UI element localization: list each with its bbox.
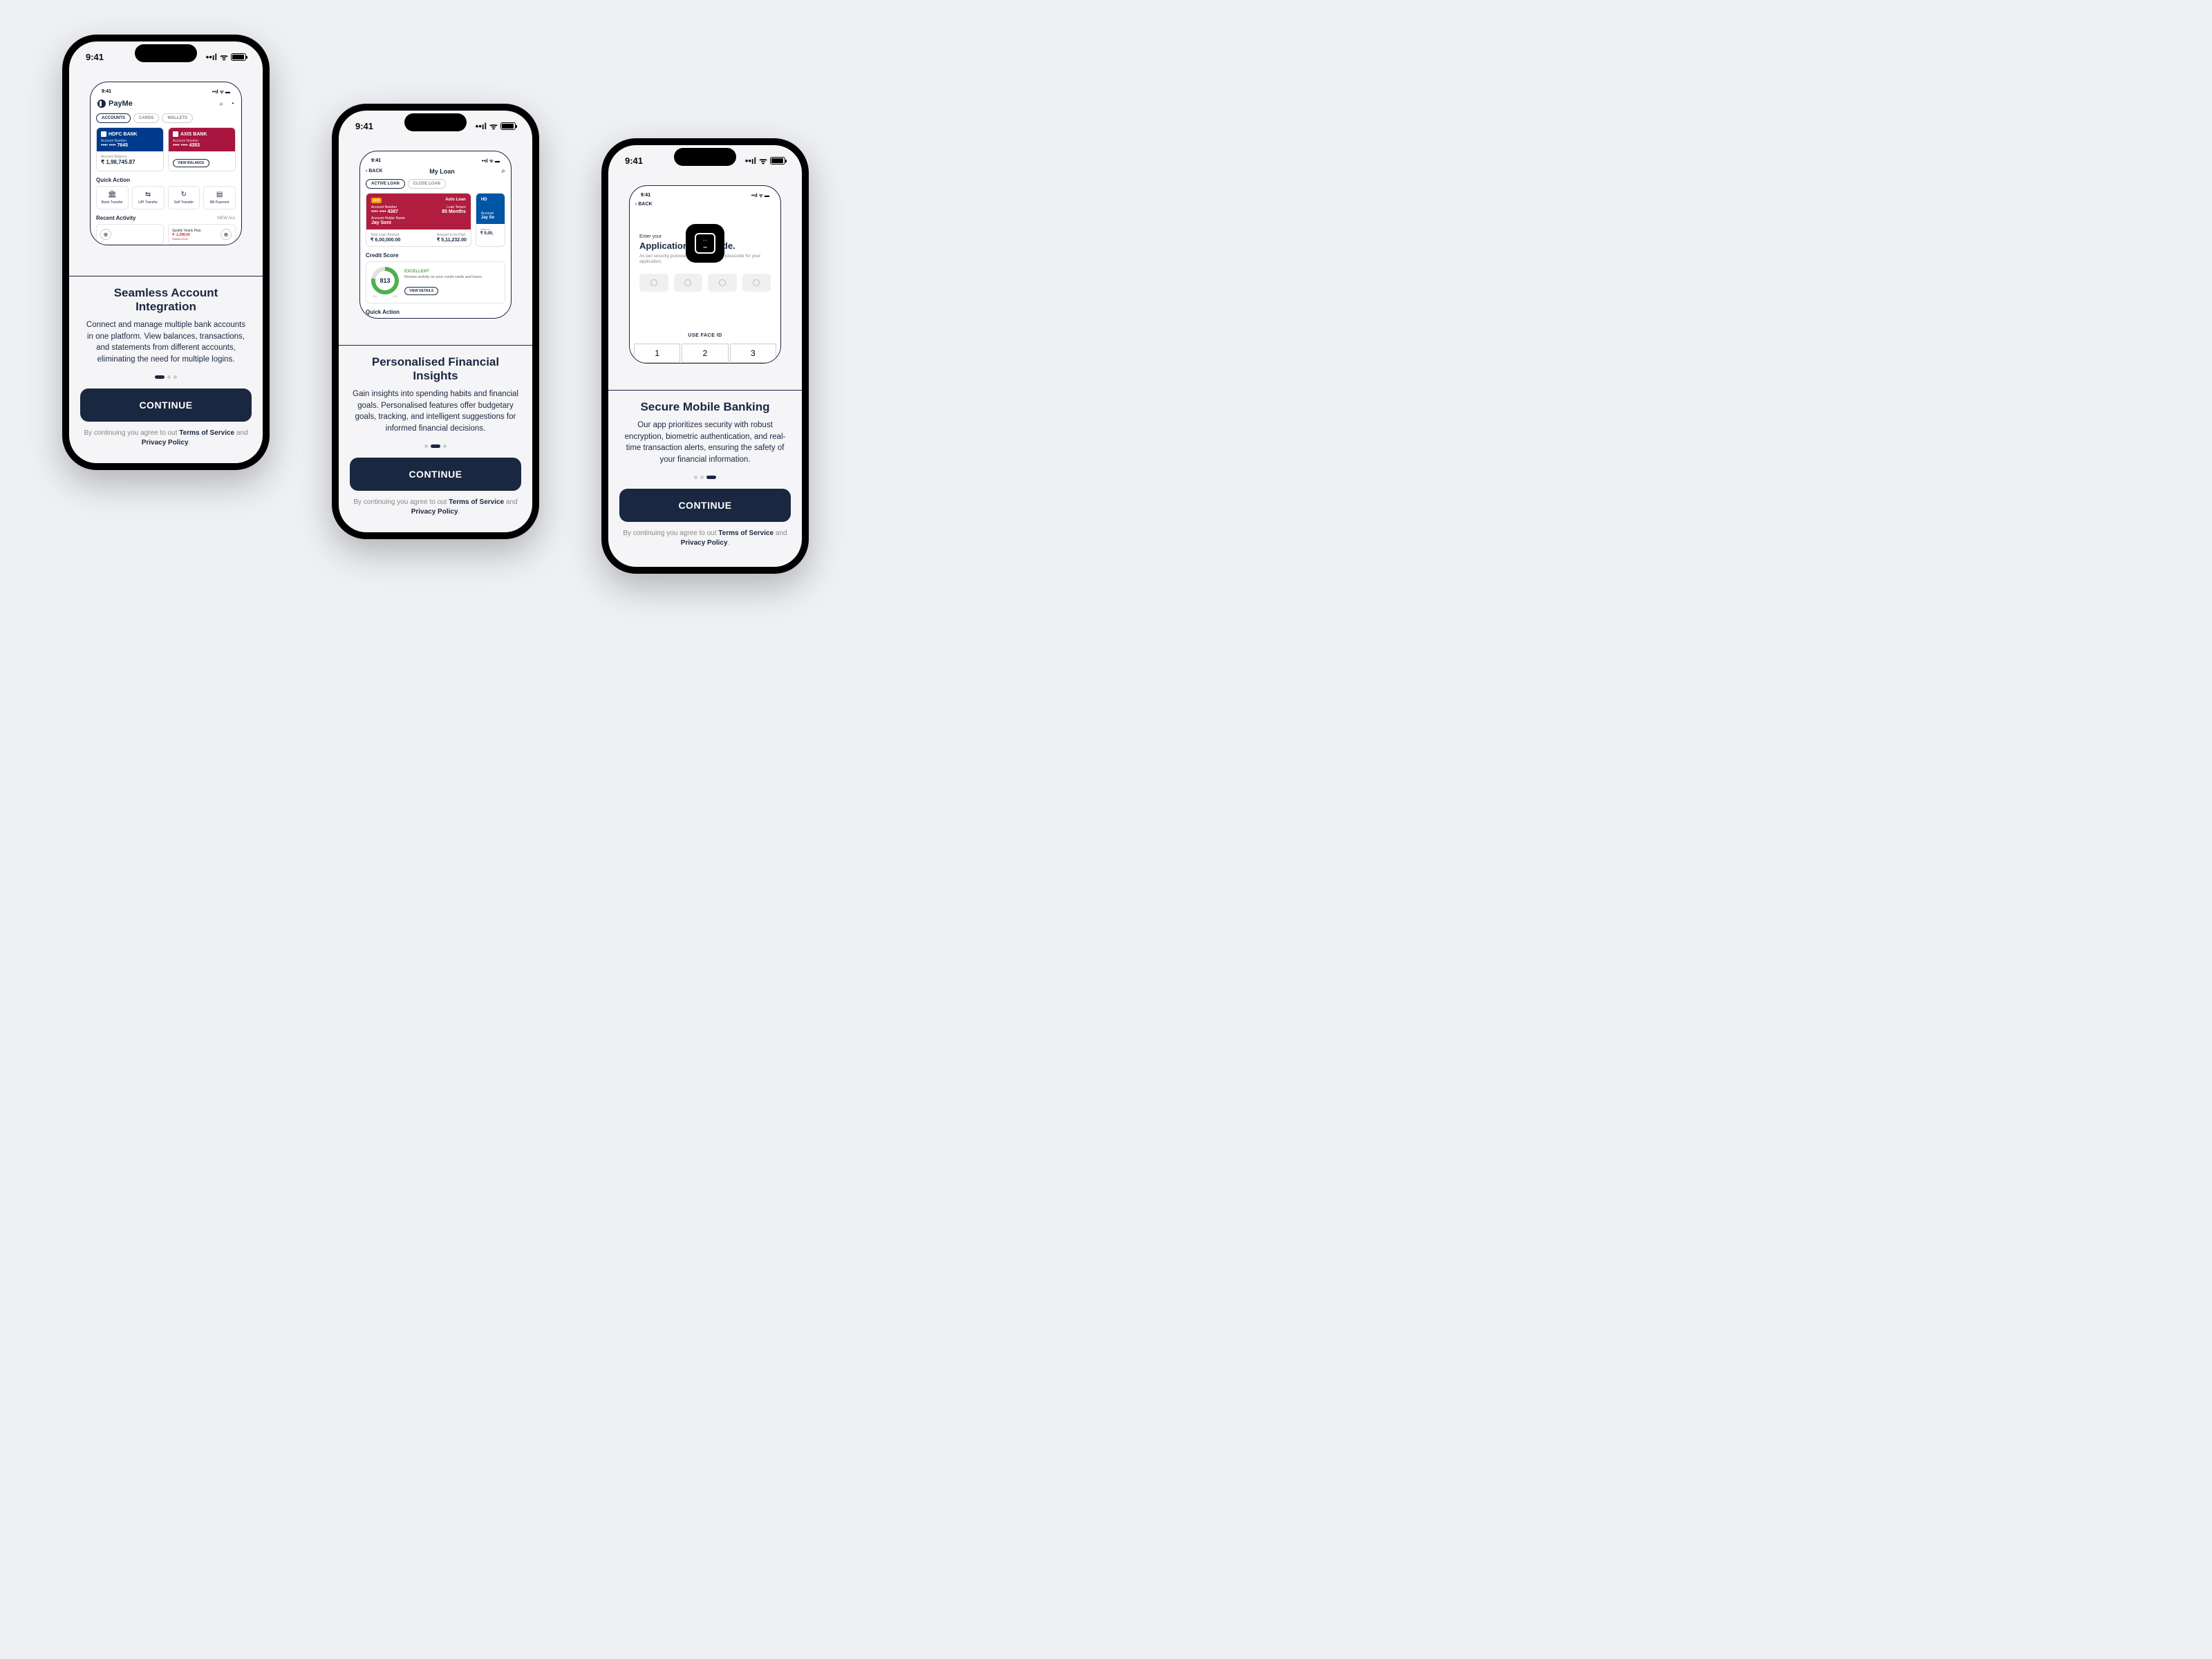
passcode-digit[interactable] (742, 274, 771, 292)
faceid-icon (695, 233, 715, 254)
onboarding-phone-2: 9:41 ••ılᯤ 9:41••ıl ᯤ ▬ ‹ BACK My Loan ⌕… (332, 104, 539, 539)
continue-button[interactable]: CONTINUE (350, 458, 521, 491)
tab-close-loan[interactable]: CLOSE LOAN (408, 179, 446, 189)
onboarding-phone-3: 9:41 ••ılᯤ 9:41••ıl ᯤ ▬ ‹ BACK Enter you… (601, 138, 809, 574)
key-2[interactable]: 2 (682, 344, 728, 363)
loan-card-hdfc[interactable]: HD Account Jay So Total Lo₹ 9,00, (476, 193, 505, 247)
pnb-logo-icon: pnb (371, 198, 382, 203)
key-3[interactable]: 3 (730, 344, 776, 363)
privacy-link[interactable]: Privacy Policy (142, 439, 189, 447)
activity-icon: ⊕ (100, 229, 111, 240)
credit-status: EXCELLENT (404, 270, 500, 274)
view-details-button[interactable]: VIEW DETAILS (404, 287, 438, 295)
tos-link[interactable]: Terms of Service (718, 529, 774, 537)
onboarding-title: Personalised Financial Insights (353, 355, 518, 383)
signal-icon: ••ıl (206, 52, 217, 62)
privacy-link[interactable]: Privacy Policy (411, 508, 458, 516)
search-icon[interactable]: ⌕ (501, 167, 505, 175)
status-time: 9:41 (355, 121, 373, 131)
preview-device: 9:41••ıl ᯤ ▬ PayMe ⌕◔ ACCOUNTS CARDS WAL… (90, 82, 242, 245)
preview-device: 9:41••ıl ᯤ ▬ ‹ BACK Enter your Applicati… (629, 185, 781, 364)
bank-card-axis[interactable]: AXIS BANK Account Number •••• •••• 4353 … (168, 127, 236, 171)
privacy-link[interactable]: Privacy Policy (681, 539, 728, 547)
battery-icon (231, 53, 246, 61)
hdfc-logo-icon (101, 131, 106, 137)
faceid-prompt (686, 224, 724, 263)
onboarding-title: Secure Mobile Banking (622, 400, 788, 414)
page-title: My Loan (429, 168, 455, 175)
brand-icon (97, 100, 106, 108)
loan-card-pnb[interactable]: pnbAuto Loan Account Number•••• •••• 438… (366, 193, 471, 247)
recent-activity-title: Recent Activity (96, 215, 136, 221)
quick-bank-transfer[interactable]: 🏛Bank Transfer (96, 186, 129, 209)
quick-upi-transfer[interactable]: ⇆UPI Transfer (132, 186, 165, 209)
self-icon: ↻ (170, 191, 198, 198)
onboarding-description: Our app prioritizes security with robust… (622, 420, 788, 466)
battery-icon (770, 157, 785, 165)
preview-device: 9:41••ıl ᯤ ▬ ‹ BACK My Loan ⌕ ACTIVE LOA… (359, 151, 512, 319)
tab-wallets[interactable]: WALLETS (162, 113, 193, 123)
back-button[interactable]: ‹ BACK (635, 202, 775, 207)
bank-card-hdfc[interactable]: HDFC BANK Account Number •••• •••• 7645 … (96, 127, 164, 171)
legal-text: By continuing you agree to out Terms of … (69, 422, 263, 455)
back-button[interactable]: ‹ BACK (366, 169, 383, 174)
legal-text: By continuing you agree to out Terms of … (608, 522, 802, 555)
passcode-digit[interactable] (708, 274, 737, 292)
tab-cards[interactable]: CARDS (133, 113, 159, 123)
status-time: 9:41 (625, 156, 643, 166)
view-all-link[interactable]: VIEW ALL (217, 216, 236, 221)
status-time: 9:41 (86, 52, 104, 62)
tab-accounts[interactable]: ACCOUNTS (96, 113, 131, 123)
activity-item[interactable]: Spotify Yearly Plan ₹ -1,298.00 Debited … (168, 224, 236, 245)
numeric-keypad: 1 2 3 (634, 344, 776, 363)
continue-button[interactable]: CONTINUE (619, 489, 791, 522)
page-indicator (622, 476, 788, 479)
search-icon[interactable]: ⌕ (219, 100, 223, 108)
upi-icon: ⇆ (134, 191, 162, 198)
legal-text: By continuing you agree to out Terms of … (339, 491, 532, 524)
quick-action-title: Quick Action (96, 177, 236, 183)
quick-self-transfer[interactable]: ↻Self Transfer (168, 186, 200, 209)
account-tabs: ACCOUNTS CARDS WALLETS (96, 113, 236, 123)
passcode-inputs (639, 274, 771, 292)
credit-score-card[interactable]: 813 300900 EXCELLENT Review activity on … (366, 261, 505, 303)
activity-item[interactable]: ⊕ (96, 224, 164, 245)
tos-link[interactable]: Terms of Service (449, 498, 504, 506)
passcode-digit[interactable] (639, 274, 668, 292)
view-balance-button[interactable]: VIEW BALANCE (173, 159, 209, 167)
bank-icon: 🏛 (98, 191, 126, 198)
wifi-icon: ᯤ (220, 50, 228, 63)
bell-icon[interactable]: ◔ (230, 100, 234, 108)
page-indicator (83, 375, 249, 379)
page-indicator (353, 444, 518, 448)
onboarding-phone-1: 9:41 ••ılᯤ 9:41••ıl ᯤ ▬ PayMe ⌕◔ ACCOUNT… (62, 35, 270, 470)
onboarding-description: Connect and manage multiple bank account… (83, 319, 249, 366)
credit-ring-icon: 813 (371, 267, 399, 294)
app-brand: PayMe (97, 100, 133, 108)
tos-link[interactable]: Terms of Service (179, 429, 234, 437)
onboarding-description: Gain insights into spending habits and f… (353, 388, 518, 435)
key-1[interactable]: 1 (634, 344, 680, 363)
battery-icon (500, 122, 516, 130)
bill-icon: ▤ (205, 191, 234, 198)
use-faceid-button[interactable]: USE FACE ID (639, 333, 771, 338)
credit-score-title: Credit Score (366, 252, 505, 259)
continue-button[interactable]: CONTINUE (80, 388, 252, 422)
activity-icon: ⊕ (221, 229, 232, 240)
tab-active-loan[interactable]: ACTIVE LOAN (366, 179, 405, 189)
passcode-digit[interactable] (674, 274, 703, 292)
onboarding-title: Seamless Account Integration (83, 286, 249, 314)
axis-logo-icon (173, 131, 178, 137)
quick-bill-payment[interactable]: ▤Bill Payment (203, 186, 236, 209)
